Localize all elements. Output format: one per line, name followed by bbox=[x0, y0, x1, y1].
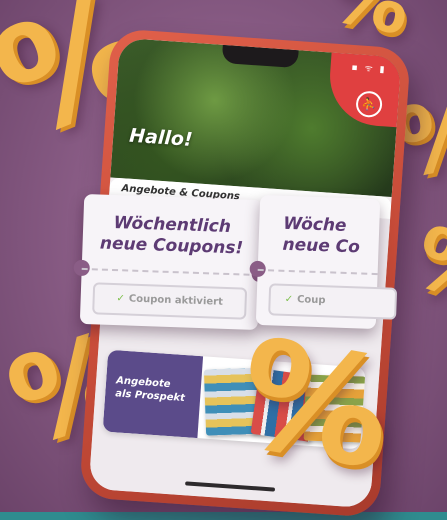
coupon-activated-button[interactable]: ✓ Coupon aktiviert bbox=[92, 282, 248, 320]
coupon-perforation bbox=[257, 268, 378, 276]
coupon-title: Wöchentlich neue Coupons! bbox=[82, 212, 261, 260]
bottom-strip bbox=[0, 512, 447, 520]
coupon-button-label: Coupon aktiviert bbox=[128, 293, 224, 308]
check-icon: ✓ bbox=[116, 293, 126, 305]
percent-sign-decor: % bbox=[226, 306, 405, 504]
check-icon: ✓ bbox=[284, 293, 294, 306]
coupon-card[interactable]: Wöchentlich neue Coupons! ✓ Coupon aktivi… bbox=[73, 193, 268, 331]
greeting-title: Hallo! bbox=[128, 124, 194, 151]
prospekt-label: Angebote als Prospekt bbox=[102, 349, 204, 439]
percent-sign-decor: % bbox=[401, 207, 447, 328]
coupon-button-label: Coup bbox=[296, 294, 326, 307]
coupon-title-line2: neue Co bbox=[282, 234, 361, 258]
coupon-title: Wöche neue Co bbox=[282, 214, 379, 259]
coupon-perforation bbox=[81, 267, 260, 277]
status-bar-icons: ▪ ᯤ ▮ bbox=[351, 62, 387, 76]
percent-sign-decor: % bbox=[321, 0, 419, 53]
